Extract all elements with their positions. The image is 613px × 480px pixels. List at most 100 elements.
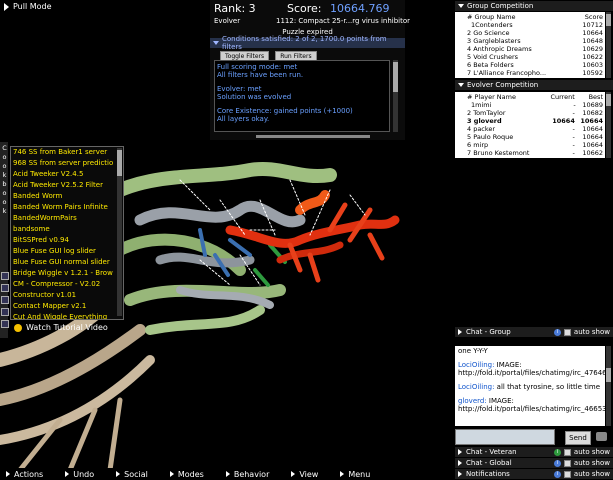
play-icon [340,471,345,477]
share-icon[interactable] [1,320,9,328]
play-icon [65,471,70,477]
table-row[interactable]: 1mimi -10689 [457,101,603,109]
recipe-item[interactable]: Cut And Wiggle Everything [11,312,123,319]
panel-resize-handle[interactable] [256,135,370,138]
table-row[interactable]: 3 gloverd 10664 10664 [457,117,603,125]
table-row[interactable]: 7 Bruno Kestemont -10662 [457,149,603,157]
chat-author: LociOiling: [458,361,495,369]
recipe-item[interactable]: 746 SS from Baker1 server [11,147,123,158]
cookbook-tab[interactable]: Cookbook [0,142,9,338]
recipe-item[interactable]: Contact Mapper v2.1 [11,301,123,312]
info-icon[interactable]: i [553,448,561,456]
table-row[interactable]: 2 TomTaylor -10682 [457,109,603,117]
recipe-item[interactable]: Acid Tweeker V2.4.5 [11,169,123,180]
pull-mode-toggle[interactable]: Pull Mode [4,2,52,11]
chat-global-header[interactable]: Chat - Global i auto show [455,458,613,468]
conditions-list: Full scoring mode: met All filters have … [214,60,390,132]
recipe-item[interactable]: CM - Compressor - V2.02 [11,279,123,290]
notifications-header[interactable]: Notifications i auto show [455,469,613,479]
table-row[interactable]: 3 Gargleblasters 10648 [457,37,603,45]
info-icon[interactable]: i [553,328,561,336]
play-icon [116,471,121,477]
camera-icon[interactable] [596,432,607,441]
play-icon [6,471,10,477]
score-label: Score: [287,2,322,15]
recipe-item[interactable]: 968 SS from server predictio [11,158,123,169]
group-scrollbar[interactable] [606,12,611,78]
recipe-item[interactable]: Constructor v1.01 [11,290,123,301]
chat-scrollbar[interactable] [606,346,611,426]
condition-line: Solution was evolved [217,93,292,101]
cookbook-recipe-list: 746 SS from Baker1 server 968 SS from se… [10,146,124,320]
play-icon [225,471,230,477]
recipe-item[interactable]: Blue Fuse GUI log slider [11,246,123,257]
expand-icon [458,449,462,455]
chat-input[interactable] [455,429,555,445]
condition-line: Full scoring mode: met [217,63,298,71]
recipe-item[interactable]: Acid Tweeker V2.5.2 Filter [11,180,123,191]
menu-behavior[interactable]: Behavior [225,470,269,479]
puzzle-title: 1112: Compact 25-r...rg virus inhibitor [276,17,411,25]
recipe-item[interactable]: Bridge Wiggle v 1.2.1 - Brow [11,268,123,279]
menu-undo[interactable]: Undo [65,470,94,479]
script-icon[interactable] [1,272,9,280]
folder-icon[interactable] [1,308,9,316]
table-row[interactable]: 7 L'Alliance Francopho... 10592 [457,69,603,77]
collapse-icon [458,4,464,8]
evolver-competition-title: Evolver Competition [467,81,539,89]
recipe-item[interactable]: Banded Worm Pairs Infinite [11,202,123,213]
chat-group-header[interactable]: Chat - Group i auto show [455,327,613,337]
send-button[interactable]: Send [565,431,591,445]
table-row[interactable]: 6 mirp -10664 [457,141,603,149]
collapse-icon [213,41,219,45]
menu-social[interactable]: Social [116,470,148,479]
play-icon [291,471,296,477]
recipe-item[interactable]: BitSSPred v0.94 [11,235,123,246]
menu-actions[interactable]: Actions [6,470,43,479]
group-competition-title: Group Competition [467,2,534,10]
watch-tutorial-button[interactable]: Watch Tutorial Video [14,323,108,332]
menu-modes[interactable]: Modes [169,470,204,479]
chat-message: one Y-Y-Y [458,347,488,355]
smiley-icon [14,323,22,332]
expand-icon [458,460,462,466]
score-panel: Rank: 3 Score: 10664.769 Evolver 1112: C… [210,0,410,140]
cookbook-scrollbar[interactable] [117,148,122,316]
table-row[interactable]: 4 Anthropic Dreams 10629 [457,45,603,53]
auto-show-checkbox[interactable] [563,470,571,478]
score-value: 10664.769 [330,2,390,15]
table-row[interactable]: 4 packer -10664 [457,125,603,133]
table-row[interactable]: 6 Beta Folders 10603 [457,61,603,69]
table-row[interactable]: 2 Go Science 10664 [457,29,603,37]
recipe-item[interactable]: bandsome [11,224,123,235]
condition-line: All filters have been run. [217,71,304,79]
conditions-header-label: Conditions satisfied: 2 of 2, 1700.0 poi… [222,35,387,51]
menu-view[interactable]: View [291,470,318,479]
group-competition-header[interactable]: Group Competition [455,1,613,11]
menu-menu[interactable]: Menu [340,470,370,479]
info-icon[interactable]: i [553,459,561,467]
recipe-item[interactable]: BandedWormPairs [11,213,123,224]
auto-show-checkbox[interactable] [563,328,571,336]
tutorial-label: Watch Tutorial Video [26,323,108,332]
condition-line: Core Existence: gained points (+1000) [217,107,353,115]
conditions-scrollbar[interactable] [393,60,398,132]
table-row[interactable]: 5 Void Crushers 10622 [457,53,603,61]
conditions-header[interactable]: Conditions satisfied: 2 of 2, 1700.0 poi… [210,35,405,51]
table-row[interactable]: 5 Paulo Roque -10664 [457,133,603,141]
recipe-item[interactable]: Blue Fuse GUI normal slider [11,257,123,268]
evolver-scrollbar[interactable] [606,92,611,158]
auto-show-checkbox[interactable] [563,448,571,456]
cookbook-tab-label: Cookbook [2,144,7,215]
info-icon[interactable]: i [553,470,561,478]
chat-message: LociOiling: IMAGE: http://fold.it/portal… [458,361,605,377]
auto-show-checkbox[interactable] [563,459,571,467]
recipe-item[interactable]: Banded Worm [11,191,123,202]
add-icon[interactable] [1,284,9,292]
table-row[interactable]: 1Contenders 10712 [457,21,603,29]
chat-veteran-header[interactable]: Chat - Veteran i auto show [455,447,613,457]
edit-icon[interactable] [1,296,9,304]
evolver-competition-header[interactable]: Evolver Competition [455,80,613,90]
chat-author: LociOiling: [458,383,495,391]
table-header: # Player Name Current Best [467,93,603,101]
